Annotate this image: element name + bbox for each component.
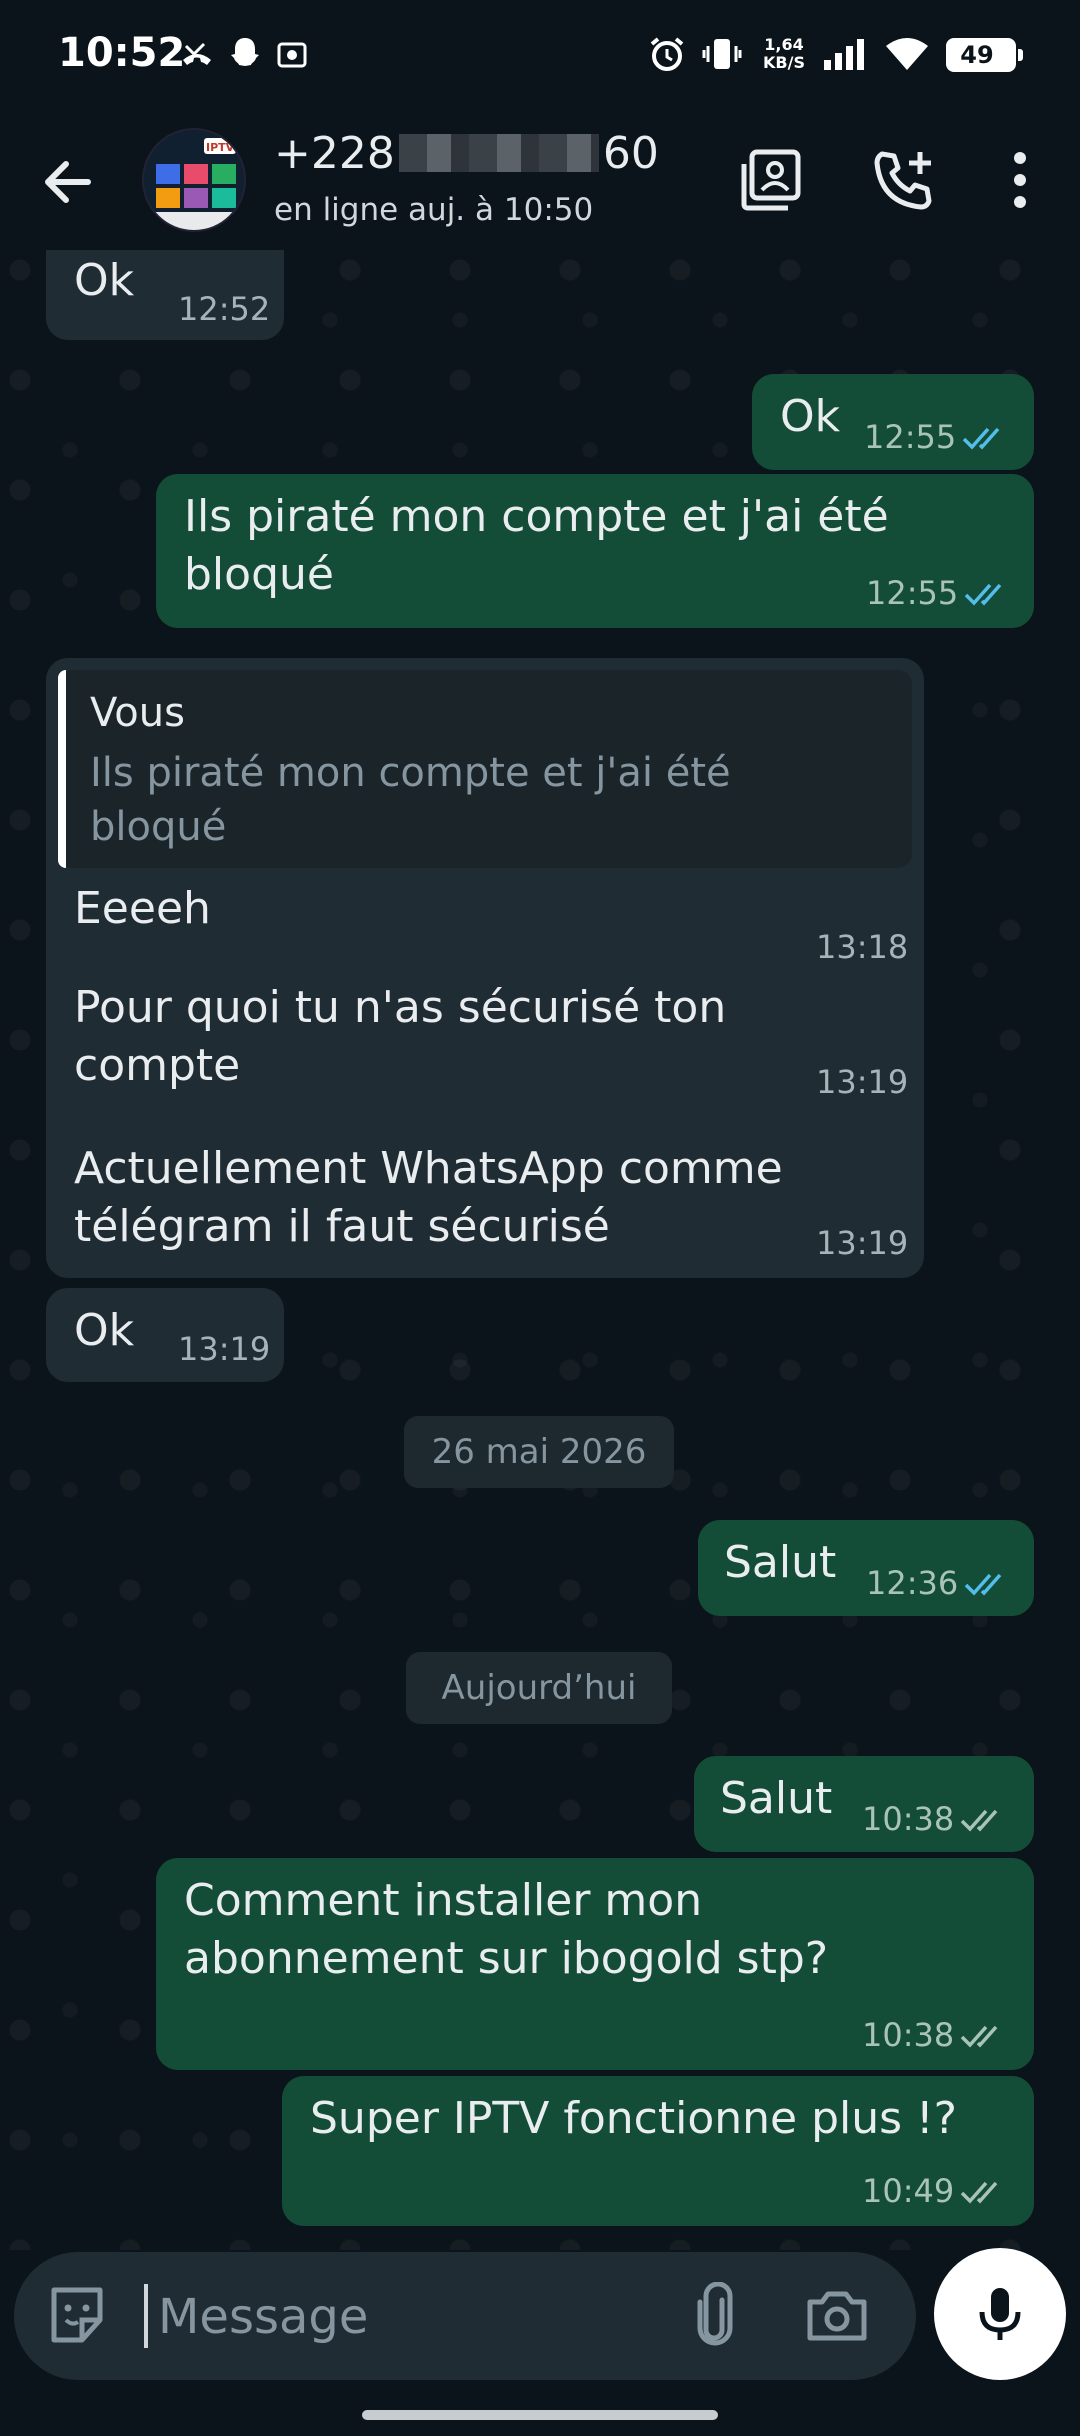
add-call-icon[interactable] (868, 144, 940, 216)
read-ticks-icon (964, 1573, 1002, 1596)
redacted-number (398, 134, 599, 172)
back-arrow-icon[interactable] (36, 150, 100, 214)
date-separator: 26 mai 2026 (404, 1416, 674, 1488)
quote-text: Ils piraté mon compte et j'ai été bloqué (90, 750, 731, 850)
battery-indicator: 49 (946, 38, 1023, 72)
message-incoming-reply[interactable]: Vous Ils piraté mon compte et j'ai été b… (46, 658, 924, 1204)
message-incoming[interactable]: Pour quoi tu n'as sécurisé ton compte 13… (46, 965, 924, 1117)
status-time: 10:52 (58, 30, 186, 76)
alarm-icon (650, 37, 684, 71)
message-incoming[interactable]: Ok 13:19 (46, 1288, 284, 1382)
vibrate-icon (702, 39, 742, 69)
cell-signal-icon (824, 39, 864, 70)
contact-avatar[interactable]: IPTV (142, 128, 246, 232)
more-vert-icon[interactable] (984, 144, 1056, 216)
delivered-ticks-icon (960, 2025, 998, 2048)
quote-accent-bar (58, 670, 66, 868)
chat-header: IPTV +228 60 en ligne auj. à 10:50 (0, 116, 1080, 250)
message-outgoing[interactable]: Ok 12:55 (752, 374, 1034, 470)
message-incoming[interactable]: Actuellement WhatsApp comme télégram il … (46, 1126, 924, 1278)
message-outgoing[interactable]: Salut 10:38 (694, 1756, 1034, 1852)
missed-call-icon (183, 42, 211, 65)
contact-name[interactable]: +228 60 (274, 128, 659, 179)
text-caret (144, 2284, 148, 2348)
svg-text:IPTV: IPTV (206, 141, 235, 154)
read-ticks-icon (964, 583, 1002, 606)
iptv-logo-icon: IPTV (144, 130, 244, 230)
read-ticks-icon (962, 427, 1000, 450)
message-composer (14, 2252, 916, 2380)
sticker-icon[interactable] (44, 2282, 110, 2348)
screenshot-icon (277, 42, 307, 68)
snapchat-icon (231, 38, 259, 66)
paperclip-icon[interactable] (682, 2282, 748, 2348)
gesture-nav-bar[interactable] (362, 2410, 718, 2420)
date-separator: Aujourd’hui (406, 1652, 672, 1724)
network-speed: 1,64 KB/S (763, 35, 805, 72)
quoted-message[interactable]: Vous Ils piraté mon compte et j'ai été b… (58, 670, 912, 868)
status-bar: 10:52 1,64 KB/S 49 (0, 0, 1080, 116)
chat-messages[interactable]: Ok 12:52 Ok 12:55 Ils piraté mon compte … (0, 250, 1080, 2250)
voice-record-button[interactable] (934, 2248, 1066, 2380)
microphone-icon (979, 2288, 1021, 2340)
message-input[interactable] (156, 2274, 680, 2360)
message-outgoing[interactable]: Comment installer mon abonnement sur ibo… (156, 1858, 1034, 2070)
delivered-ticks-icon (960, 1809, 998, 1832)
message-outgoing[interactable]: Ils piraté mon compte et j'ai été bloqué… (156, 474, 1034, 628)
quote-author: Vous (90, 690, 185, 736)
camera-icon[interactable] (804, 2282, 870, 2348)
contact-last-seen: en ligne auj. à 10:50 (274, 192, 594, 228)
contact-card-icon[interactable] (736, 144, 808, 216)
message-incoming[interactable]: Ok 12:52 (46, 250, 284, 340)
wifi-icon (886, 38, 928, 70)
delivered-ticks-icon (960, 2181, 998, 2204)
message-outgoing[interactable]: Salut 12:36 (698, 1520, 1034, 1616)
message-outgoing[interactable]: Super IPTV fonctionne plus !? 10:49 (282, 2076, 1034, 2226)
